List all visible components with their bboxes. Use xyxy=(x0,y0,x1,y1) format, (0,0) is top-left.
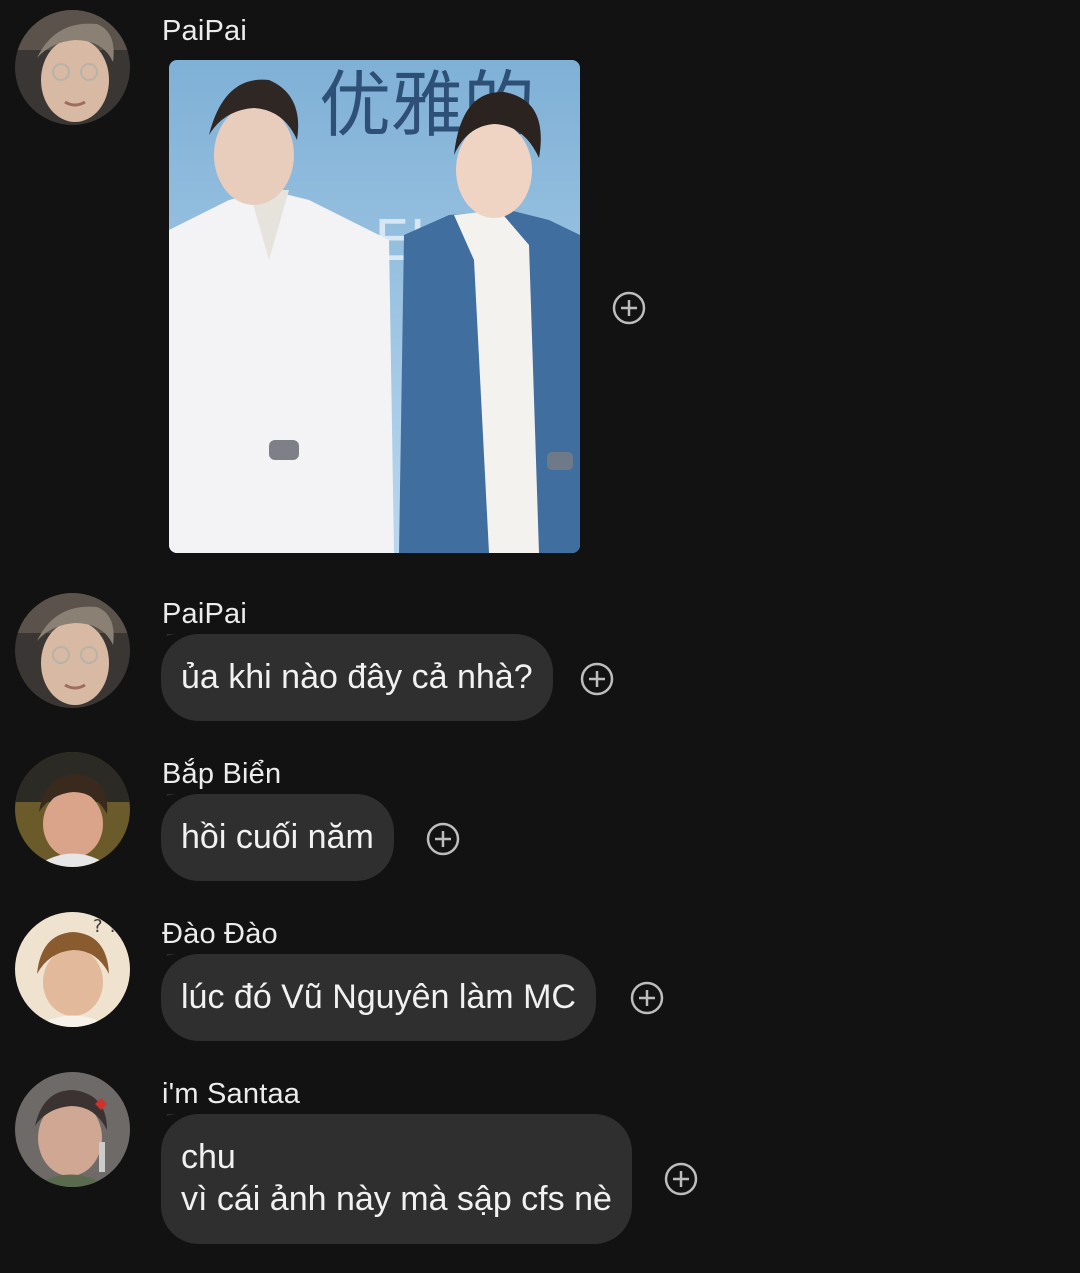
message-text: lúc đó Vũ Nguyên làm MC xyxy=(181,978,576,1016)
avatar[interactable]: ? ? xyxy=(15,912,130,1027)
message-bubble[interactable]: chu vì cái ảnh này mà sập cfs nè xyxy=(161,1114,632,1244)
add-reaction-icon xyxy=(664,1162,698,1196)
message-photo[interactable]: 优雅的 ELE A xyxy=(169,60,580,553)
add-reaction-icon xyxy=(580,662,614,696)
message-text: hồi cuối năm xyxy=(181,818,374,856)
avatar[interactable] xyxy=(15,1072,130,1187)
avatar[interactable] xyxy=(15,593,130,708)
avatar[interactable] xyxy=(15,752,130,867)
svg-text:? ?: ? ? xyxy=(93,916,118,937)
message-bubble[interactable]: ủa khi nào đây cả nhà? xyxy=(161,634,553,721)
message-text: ủa khi nào đây cả nhà? xyxy=(181,658,533,696)
add-reaction-icon xyxy=(612,291,646,325)
message-bubble[interactable]: lúc đó Vũ Nguyên làm MC xyxy=(161,954,596,1041)
message-row: i'm Santaa chu vì cái ảnh này mà sập cfs… xyxy=(0,1070,1080,1260)
message-bubble[interactable]: hồi cuối năm xyxy=(161,794,394,881)
sender-name: PaiPai xyxy=(162,598,248,630)
message-row: PaiPai 优雅的 ELE A xyxy=(0,0,1080,570)
message-row: ? ? Đào Đào lúc đó Vũ Nguyên làm MC xyxy=(0,910,1080,1050)
message-text-line: vì cái ảnh này mà sập cfs nè xyxy=(181,1180,612,1218)
add-reaction-icon xyxy=(426,822,460,856)
avatar[interactable] xyxy=(15,10,130,125)
sender-name: Đào Đào xyxy=(162,918,278,950)
add-reaction-button[interactable] xyxy=(426,822,460,856)
sender-name: i'm Santaa xyxy=(162,1078,301,1110)
add-reaction-button[interactable] xyxy=(630,981,664,1015)
add-reaction-button[interactable] xyxy=(580,662,614,696)
message-row: PaiPai ủa khi nào đây cả nhà? xyxy=(0,590,1080,730)
sender-name: PaiPai xyxy=(162,15,248,47)
message-row: Bắp Biển hồi cuối năm xyxy=(0,750,1080,890)
sender-name: Bắp Biển xyxy=(162,758,282,790)
message-text-line: chu xyxy=(181,1138,236,1176)
add-reaction-button[interactable] xyxy=(664,1162,698,1196)
add-reaction-icon xyxy=(630,981,664,1015)
add-reaction-button[interactable] xyxy=(612,291,646,325)
